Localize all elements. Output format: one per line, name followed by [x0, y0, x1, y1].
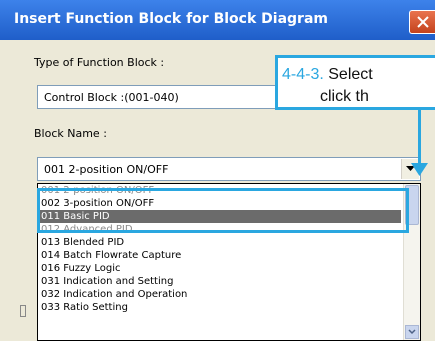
callout-step: 4-4-3. [282, 66, 324, 83]
callout-line-1: 4-4-3. Select [282, 66, 373, 84]
type-label: Type of Function Block : [34, 56, 165, 69]
list-item[interactable]: 013 Blended PID [40, 236, 401, 249]
list-item[interactable]: 031 Indication and Setting [40, 275, 401, 288]
callout-text-1: Select [323, 66, 373, 83]
list-item[interactable]: 002 3-position ON/OFF [40, 197, 401, 210]
callout-arrow-stem [418, 110, 421, 166]
close-icon [417, 16, 429, 28]
block-name-dropdown-list[interactable]: 001 2-position ON/OFF 002 3-position ON/… [37, 183, 421, 341]
list-item[interactable]: 032 Indication and Operation [40, 288, 401, 301]
block-name-value: 001 2-position ON/OFF [44, 163, 169, 176]
list-item[interactable]: 033 Ratio Setting [40, 301, 401, 314]
arrow-down-icon [411, 163, 428, 176]
list-item[interactable]: 014 Batch Flowrate Capture [40, 249, 401, 262]
dropdown-scrollbar[interactable] [403, 184, 420, 340]
list-item[interactable]: 012 Advanced PID [40, 223, 401, 236]
list-item-selected[interactable]: 011 Basic PID [40, 210, 401, 223]
checkbox-edge [20, 305, 26, 317]
scroll-down-button[interactable] [405, 325, 419, 339]
type-value: Control Block :(001-040) [44, 91, 179, 104]
type-field[interactable]: Control Block :(001-040) [37, 85, 287, 109]
block-name-combo[interactable]: 001 2-position ON/OFF [37, 157, 421, 181]
title-bar: Insert Function Block for Block Diagram [0, 0, 435, 40]
callout-line-2: click th [320, 88, 369, 105]
list-item[interactable]: 001 2-position ON/OFF [40, 184, 401, 197]
scroll-thumb[interactable] [405, 185, 419, 225]
list-item[interactable]: 016 Fuzzy Logic [40, 262, 401, 275]
close-button[interactable] [409, 10, 435, 34]
chevron-down-icon [408, 329, 416, 335]
instruction-callout: 4-4-3. Select click th [275, 55, 435, 110]
block-name-label: Block Name : [34, 127, 107, 140]
window-title: Insert Function Block for Block Diagram [14, 11, 328, 27]
